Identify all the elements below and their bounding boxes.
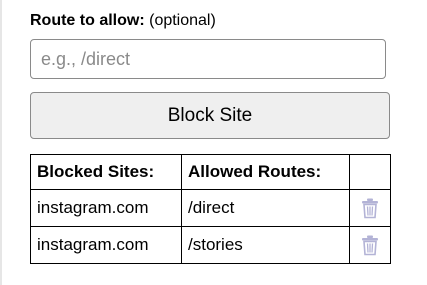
table-row: instagram.com /direct [30,189,391,227]
route-label: Route to allow: (optional) [30,11,216,31]
popup-panel: Route to allow: (optional) Block Site Bl… [0,0,427,285]
header-allowed-routes: Allowed Routes: [181,154,350,190]
table-header-row: Blocked Sites: Allowed Routes: [30,154,391,190]
header-actions [349,154,391,190]
header-blocked-sites: Blocked Sites: [30,154,182,190]
allowed-route-cell: /direct [181,189,350,227]
actions-cell [349,226,391,264]
table-row: instagram.com /stories [30,226,391,264]
actions-cell [349,189,391,227]
trash-icon[interactable] [360,234,380,256]
blocked-sites-table: Blocked Sites: Allowed Routes: instagram… [30,154,391,264]
route-label-optional: (optional) [149,12,216,29]
blocked-site-cell: instagram.com [30,226,182,264]
trash-icon[interactable] [360,197,380,219]
blocked-site-cell: instagram.com [30,189,182,227]
route-label-title: Route to allow: [30,12,145,29]
route-input[interactable] [30,39,386,79]
block-site-button[interactable]: Block Site [30,92,390,139]
allowed-route-cell: /stories [181,226,350,264]
